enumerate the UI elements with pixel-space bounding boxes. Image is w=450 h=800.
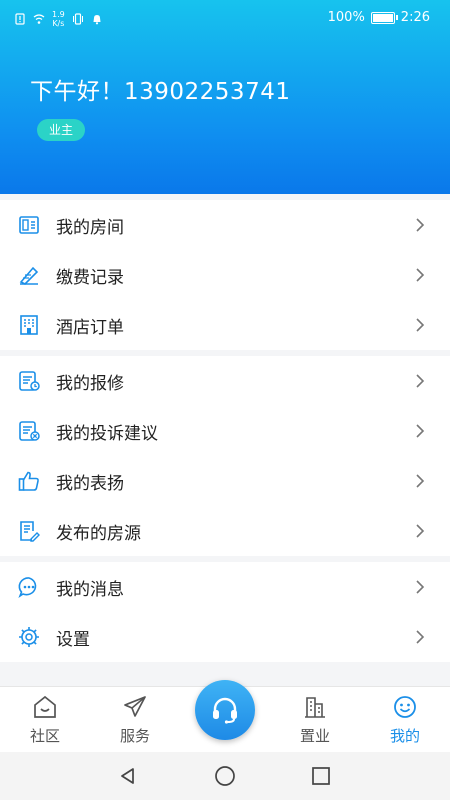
chevron-right-icon	[416, 268, 425, 282]
tab-services[interactable]: 服务	[90, 691, 180, 746]
sim-alert-icon	[15, 13, 25, 25]
tab-label: 置业	[299, 727, 330, 745]
chevron-right-icon	[416, 318, 425, 332]
menu-item-label: 我的投诉建议	[56, 423, 158, 444]
menu-item-complaints-suggestions[interactable]: 我的投诉建议	[0, 406, 450, 456]
tab-mine[interactable]: 我的	[360, 691, 450, 746]
thumbs-up-icon	[17, 469, 41, 493]
nav-home-button[interactable]	[213, 764, 237, 788]
headset-icon	[213, 697, 237, 724]
menu-group-system: 我的消息 设置	[0, 562, 450, 662]
paper-plane-icon	[124, 696, 146, 717]
menu-item-published-listings[interactable]: 发布的房源	[0, 506, 450, 556]
menu-item-label: 我的消息	[56, 579, 124, 600]
menu-item-my-repairs[interactable]: 我的报修	[0, 356, 450, 406]
chevron-right-icon	[416, 218, 425, 232]
menu-item-settings[interactable]: 设置	[0, 612, 450, 662]
clock: 2:26	[400, 10, 430, 25]
hotel-icon	[17, 313, 41, 337]
repair-icon	[17, 369, 41, 393]
payment-record-icon	[17, 263, 41, 287]
menu-item-label: 设置	[56, 629, 90, 650]
menu-item-my-praise[interactable]: 我的表扬	[0, 456, 450, 506]
tab-label: 社区	[29, 727, 60, 745]
chevron-right-icon	[416, 374, 425, 388]
nav-recents-button[interactable]	[309, 764, 333, 788]
battery-percent: 100%	[327, 10, 365, 25]
tab-label: 我的	[389, 727, 420, 745]
menu-item-label: 我的报修	[56, 373, 124, 394]
network-speed: 1.9 K/s	[52, 10, 65, 28]
menu-item-label: 缴费记录	[56, 267, 124, 288]
greeting-text: 下午好！13902253741	[30, 79, 291, 105]
tab-property[interactable]: 置业	[270, 691, 360, 746]
menu-group-account: 我的房间 缴费记录 酒店订单	[0, 200, 450, 350]
wifi-icon	[33, 14, 45, 24]
menu-item-label: 我的房间	[56, 217, 124, 238]
tab-label: 服务	[119, 727, 150, 745]
vibrate-icon	[72, 13, 83, 25]
back-triangle-icon	[121, 768, 134, 784]
menu-item-my-room[interactable]: 我的房间	[0, 200, 450, 250]
recents-square-icon	[312, 767, 330, 785]
system-navigation-bar	[0, 752, 450, 800]
nav-back-button[interactable]	[116, 764, 140, 788]
smiley-icon	[394, 696, 416, 718]
chevron-right-icon	[416, 524, 425, 538]
menu-item-label: 发布的房源	[56, 523, 141, 544]
buildings-icon	[305, 697, 325, 718]
battery-icon	[370, 11, 398, 24]
chevron-right-icon	[416, 424, 425, 438]
complaint-icon	[17, 419, 41, 443]
menu-item-label: 酒店订单	[56, 317, 124, 338]
menu-item-hotel-orders[interactable]: 酒店订单	[0, 300, 450, 350]
home-circle-icon	[215, 766, 235, 786]
menu-group-services: 我的报修 我的投诉建议 我的表扬 发布的房源	[0, 356, 450, 556]
menu-item-my-messages[interactable]: 我的消息	[0, 562, 450, 612]
notification-bell-icon	[93, 15, 101, 25]
settings-icon	[17, 625, 41, 649]
chevron-right-icon	[416, 474, 425, 488]
tab-community[interactable]: 社区	[0, 691, 90, 746]
listing-icon	[17, 519, 41, 543]
role-badge: 业主	[37, 119, 86, 141]
status-bar: 1.9 K/s 100% 2:26	[0, 0, 450, 36]
room-icon	[17, 213, 41, 237]
chevron-right-icon	[416, 580, 425, 594]
menu-item-payment-record[interactable]: 缴费记录	[0, 250, 450, 300]
profile-header: 1.9 K/s 100% 2:26 下午好！13902253741 业主	[0, 0, 450, 194]
message-icon	[17, 575, 41, 599]
community-icon	[34, 695, 56, 718]
menu-item-label: 我的表扬	[56, 473, 124, 494]
chevron-right-icon	[416, 630, 425, 644]
customer-service-button[interactable]	[195, 680, 255, 740]
